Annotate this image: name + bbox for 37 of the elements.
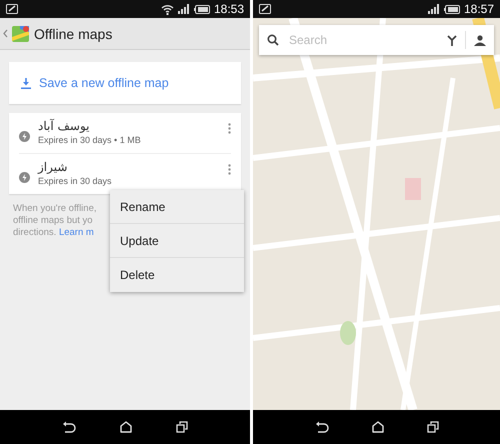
map-details: Expires in 30 days • 1 MB	[38, 135, 141, 145]
status-time: 18:57	[464, 2, 494, 16]
home-icon[interactable]	[372, 421, 384, 433]
search-icon	[267, 34, 279, 46]
search-input[interactable]: Search	[287, 32, 439, 48]
more-options-icon[interactable]	[228, 123, 231, 134]
signal-icon	[428, 4, 440, 14]
notification-icon	[6, 4, 18, 14]
directions-icon[interactable]	[447, 34, 457, 46]
search-field[interactable]: Search	[259, 25, 494, 55]
menu-item[interactable]: Update	[110, 224, 244, 258]
menu-item[interactable]: Delete	[110, 258, 244, 292]
bolt-icon	[19, 172, 30, 183]
bolt-icon	[19, 131, 30, 142]
account-icon[interactable]	[474, 34, 486, 46]
notification-icon	[259, 4, 271, 14]
map-name[interactable]: یوسف آباد	[38, 119, 90, 133]
map-details: Expires in 30 days	[38, 176, 112, 186]
signal-icon	[178, 4, 190, 14]
menu-item[interactable]: Rename	[110, 190, 244, 224]
download-icon	[21, 78, 31, 88]
recent-apps-icon[interactable]	[426, 421, 438, 433]
status-time: 18:53	[214, 2, 244, 16]
recent-apps-icon[interactable]	[176, 421, 188, 433]
battery-icon	[194, 4, 210, 14]
home-icon[interactable]	[120, 421, 132, 433]
battery-icon	[444, 4, 460, 14]
map-name[interactable]: شیراز	[38, 160, 68, 174]
wifi-icon	[160, 4, 174, 14]
app-logo-icon	[12, 24, 30, 42]
back-icon[interactable]	[314, 421, 328, 433]
more-options-icon[interactable]	[228, 164, 231, 175]
back-icon[interactable]	[62, 421, 76, 433]
screen-title: Offline maps	[34, 26, 112, 42]
help-text: When you're offline, offline maps but yo directions. Learn m	[12, 203, 98, 239]
save-offline-map-button[interactable]: Save a new offline map	[9, 62, 241, 104]
back-chevron-icon[interactable]	[3, 29, 8, 38]
